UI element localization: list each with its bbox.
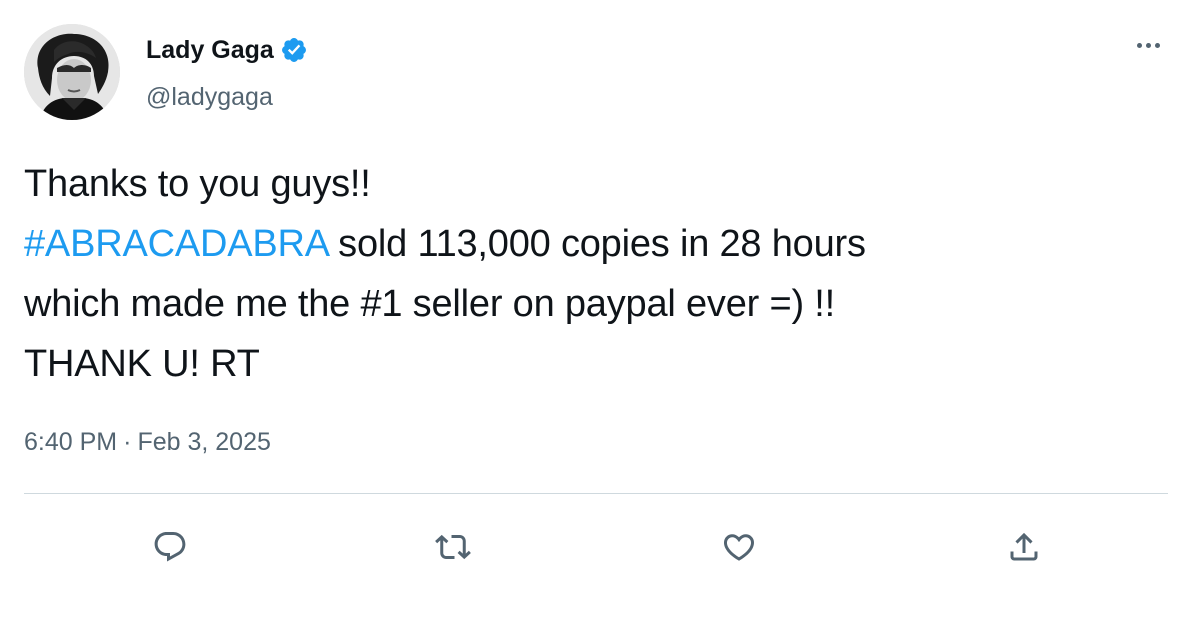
share-button[interactable] (995, 518, 1053, 576)
retweet-icon (435, 534, 471, 560)
verified-badge-icon (280, 36, 308, 64)
tweet-line-1: Thanks to you guys!! (24, 163, 371, 205)
author-name-row[interactable]: Lady Gaga (146, 35, 308, 65)
avatar[interactable] (24, 24, 120, 120)
author-handle[interactable]: @ladygaga (146, 82, 273, 112)
tweet-line-4: THANK U! RT (24, 343, 260, 385)
tweet-time[interactable]: 6:40 PM (24, 426, 117, 458)
reply-button[interactable] (141, 518, 199, 576)
author-display-name[interactable]: Lady Gaga (146, 35, 274, 65)
heart-icon (723, 534, 755, 561)
tweet-line-2: #ABRACADABRA sold 113,000 copies in 28 h… (24, 214, 1164, 274)
timestamp-separator: · (123, 428, 132, 456)
more-dot (1154, 42, 1160, 48)
more-options-icon[interactable] (1128, 30, 1168, 60)
avatar-image (24, 24, 120, 120)
action-bar (0, 518, 1192, 576)
tweet-timestamp: 6:40 PM · Feb 3, 2025 (24, 426, 271, 458)
divider (24, 493, 1168, 494)
share-icon (1010, 532, 1038, 561)
tweet-date[interactable]: Feb 3, 2025 (137, 426, 270, 458)
more-dot (1145, 42, 1151, 48)
tweet-text: Thanks to you guys!! #ABRACADABRA sold 1… (24, 154, 1164, 394)
retweet-button[interactable] (424, 518, 482, 576)
more-dot (1136, 42, 1142, 48)
tweet-card: Lady Gaga @ladygaga Thanks to you guys!!… (0, 0, 1192, 618)
like-button[interactable] (710, 518, 768, 576)
hashtag-link[interactable]: #ABRACADABRA (24, 223, 328, 265)
tweet-line-3: which made me the #1 seller on paypal ev… (24, 283, 835, 325)
reply-icon (154, 532, 186, 562)
tweet-line-2-text: sold 113,000 copies in 28 hours (327, 223, 866, 265)
